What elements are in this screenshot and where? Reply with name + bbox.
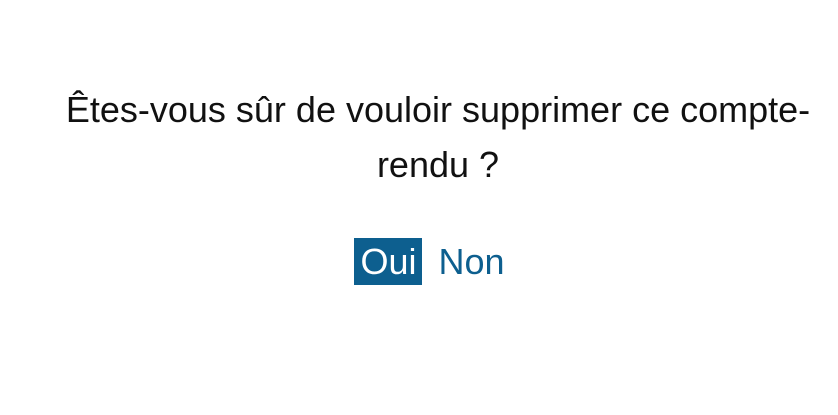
dialog-actions: Oui Non xyxy=(0,238,838,285)
no-button[interactable]: Non xyxy=(432,238,510,285)
yes-button[interactable]: Oui xyxy=(354,238,423,285)
delete-confirmation-dialog: Êtes-vous sûr de vouloir supprimer ce co… xyxy=(0,0,838,415)
confirmation-question: Êtes-vous sûr de vouloir supprimer ce co… xyxy=(65,89,811,185)
